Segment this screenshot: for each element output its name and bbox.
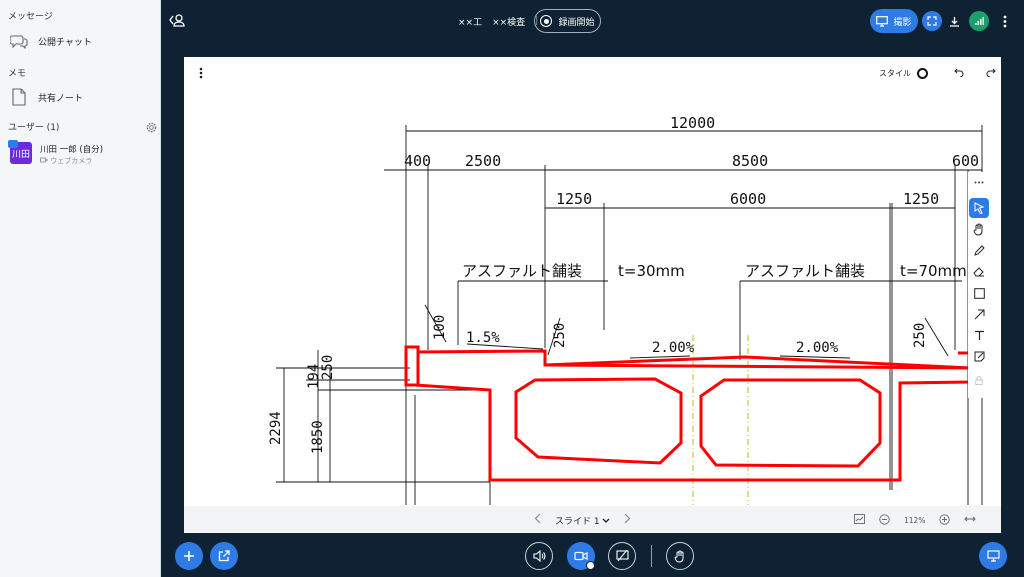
pan-hand-icon[interactable] xyxy=(969,219,989,239)
prev-slide-icon[interactable] xyxy=(534,513,541,527)
user-status: ウェブカメラ xyxy=(40,156,92,166)
lock-icon[interactable] xyxy=(969,370,989,390)
camera-button[interactable] xyxy=(567,542,595,570)
slide-selector[interactable]: スライド 1 xyxy=(555,514,610,527)
record-label: 録画開始 xyxy=(558,17,595,28)
undo-icon[interactable] xyxy=(954,67,964,79)
users-section-title: ユーザー (1) xyxy=(8,123,60,133)
screen-share-stop-button[interactable] xyxy=(608,542,636,570)
pencil-icon[interactable] xyxy=(969,240,989,260)
plus-icon xyxy=(184,551,194,561)
style-label: スタイル xyxy=(879,68,911,78)
screen-share-label: 撮影 xyxy=(893,17,912,28)
camera-settings-dot-icon[interactable] xyxy=(586,561,595,570)
user-list-item[interactable]: 川田 川田 一郎 (自分) ウェブカメラ xyxy=(8,140,154,168)
meeting-title-part1: ××工 xyxy=(458,17,483,28)
monitor-icon xyxy=(876,15,889,27)
meeting-title-part2: ××検査 xyxy=(492,17,526,28)
meeting-title: ××工 ××検査 | xyxy=(458,16,539,28)
pen-color-icon[interactable] xyxy=(917,67,928,79)
external-link-button[interactable] xyxy=(210,542,238,570)
presenter-badge-icon xyxy=(8,140,18,148)
document-icon xyxy=(8,86,30,108)
add-action-button[interactable] xyxy=(175,542,203,570)
record-icon xyxy=(540,15,553,27)
zoom-in-icon[interactable] xyxy=(939,513,951,527)
eraser-icon[interactable] xyxy=(969,261,989,281)
sticky-note-icon[interactable] xyxy=(969,346,989,366)
annotation-toolbar xyxy=(968,172,990,398)
shared-note-item[interactable]: 共有ノート xyxy=(8,85,154,109)
slide-pager: スライド 1 xyxy=(534,511,631,529)
slide-menu-button[interactable] xyxy=(186,59,216,87)
download-icon xyxy=(949,16,959,27)
fit-width-icon[interactable] xyxy=(964,515,977,525)
expand-icon xyxy=(927,16,937,26)
external-link-icon xyxy=(218,550,230,562)
screen-share-button[interactable]: 撮影 xyxy=(870,9,918,33)
presentation-icon xyxy=(986,550,1000,562)
raise-hand-button[interactable] xyxy=(666,542,694,570)
shared-note-label: 共有ノート xyxy=(38,93,84,104)
audio-button[interactable] xyxy=(525,542,553,570)
text-tool-icon[interactable] xyxy=(969,325,989,345)
chat-icon xyxy=(8,30,30,52)
app-window: メッセージ 公開チャット メモ 共有ノート ユーザー (1) 川田 川田 一郎 … xyxy=(0,0,1024,577)
record-button[interactable]: 録画開始 xyxy=(534,9,601,33)
more-tools-icon[interactable] xyxy=(969,172,989,192)
chart-icon[interactable] xyxy=(854,514,865,526)
user-name: 川田 一郎 (自分) xyxy=(40,145,104,155)
public-chat-label: 公開チャット xyxy=(38,37,92,48)
next-slide-icon[interactable] xyxy=(624,513,631,527)
slide-footer: スライド 1 112% xyxy=(184,506,1001,533)
screen-off-icon xyxy=(615,550,629,562)
user-list-toggle-icon[interactable] xyxy=(169,12,185,32)
rectangle-icon[interactable] xyxy=(969,283,989,303)
presentation-area xyxy=(184,57,1001,533)
gear-icon[interactable] xyxy=(146,118,157,137)
presentation-toggle-button[interactable] xyxy=(979,542,1007,570)
top-bar: ××工 ××検査 | 録画開始 撮影 xyxy=(161,0,1024,44)
video-camera-icon xyxy=(574,551,588,561)
more-options-button[interactable] xyxy=(995,11,1015,31)
chevron-down-icon xyxy=(603,518,610,523)
fullscreen-button[interactable] xyxy=(922,11,942,31)
speaker-icon xyxy=(532,550,545,562)
hand-icon xyxy=(674,550,684,563)
pen-style-bar: スタイル xyxy=(871,59,998,87)
sidebar: メッセージ 公開チャット メモ 共有ノート ユーザー (1) 川田 川田 一郎 … xyxy=(0,0,161,577)
messages-section-title: メッセージ xyxy=(8,12,53,22)
arrow-icon[interactable] xyxy=(969,304,989,324)
zoom-out-icon[interactable] xyxy=(879,513,890,527)
camera-small-icon xyxy=(40,157,48,163)
kebab-menu-icon xyxy=(199,67,203,79)
public-chat-item[interactable]: 公開チャット xyxy=(8,29,154,53)
select-tool-icon[interactable] xyxy=(969,198,989,218)
kebab-menu-icon xyxy=(1003,15,1007,27)
redo-icon[interactable] xyxy=(986,67,996,79)
bottom-bar xyxy=(161,533,1024,577)
toolbar-divider xyxy=(651,545,652,567)
zoom-controls: 112% xyxy=(854,511,977,529)
download-button[interactable] xyxy=(944,11,964,31)
signal-icon xyxy=(975,17,984,25)
slide-number-label: スライド 1 xyxy=(555,516,600,527)
zoom-level: 112% xyxy=(904,515,926,525)
memo-section-title: メモ xyxy=(8,69,27,79)
connection-status-button[interactable] xyxy=(969,11,989,31)
user-status-text: ウェブカメラ xyxy=(50,157,93,165)
